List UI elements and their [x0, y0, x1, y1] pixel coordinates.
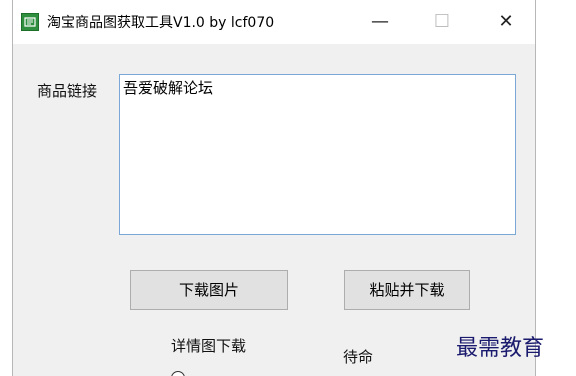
maximize-button[interactable]: ☐ [419, 0, 465, 44]
product-link-input[interactable]: 吾爱破解论坛 [119, 74, 516, 235]
product-link-label: 商品链接 [37, 82, 98, 100]
detail-images-label: 详情图下载 [171, 337, 247, 355]
app-icon [21, 13, 39, 31]
window-title: 淘宝商品图获取工具V1.0 by lcf070 [47, 15, 275, 31]
app-window: 淘宝商品图获取工具V1.0 by lcf070 — ☐ ✕ 商品链接 吾爱破解论… [12, 0, 536, 376]
minimize-button[interactable]: — [357, 0, 403, 44]
download-images-button[interactable]: 下载图片 [130, 270, 288, 310]
detail-download-radio[interactable] [171, 371, 185, 376]
watermark-text: 最需教育 [456, 336, 545, 361]
close-button[interactable]: ✕ [483, 0, 529, 44]
paste-and-download-button[interactable]: 粘贴并下载 [344, 270, 470, 310]
title-bar[interactable]: 淘宝商品图获取工具V1.0 by lcf070 — ☐ ✕ [13, 0, 535, 44]
status-text: 待命 [343, 348, 374, 366]
